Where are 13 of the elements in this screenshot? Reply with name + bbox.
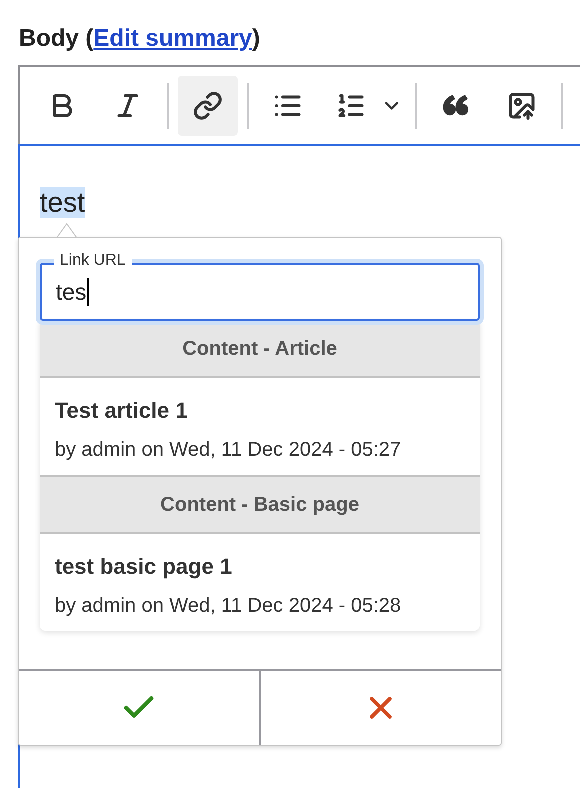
suggestion-meta: by admin on Wed, 11 Dec 2024 - 05:28 (55, 594, 402, 619)
edit-summary-link[interactable]: Edit summary (94, 25, 252, 52)
editor-text: test (40, 187, 86, 218)
field-label: Body (Edit summary) (19, 25, 260, 52)
suggestion-meta: by admin on Wed, 11 Dec 2024 - 05:27 (55, 438, 402, 463)
toolbar-button[interactable] (178, 76, 238, 136)
suggestion-title: Test article 1 (55, 397, 189, 425)
suggestion-item[interactable]: test basic page 1 by admin on Wed, 11 Dec 2024 - 05:28 (40, 534, 480, 631)
image-upload-icon (507, 90, 537, 120)
suggestion-title: test basic page 1 (55, 553, 234, 581)
suggestion-item[interactable]: Test article 1 by admin on Wed, 11 Dec 2024 - 05:27 (40, 378, 480, 477)
group-heading: Content - Basic page (40, 477, 480, 534)
link-icon (193, 90, 223, 120)
